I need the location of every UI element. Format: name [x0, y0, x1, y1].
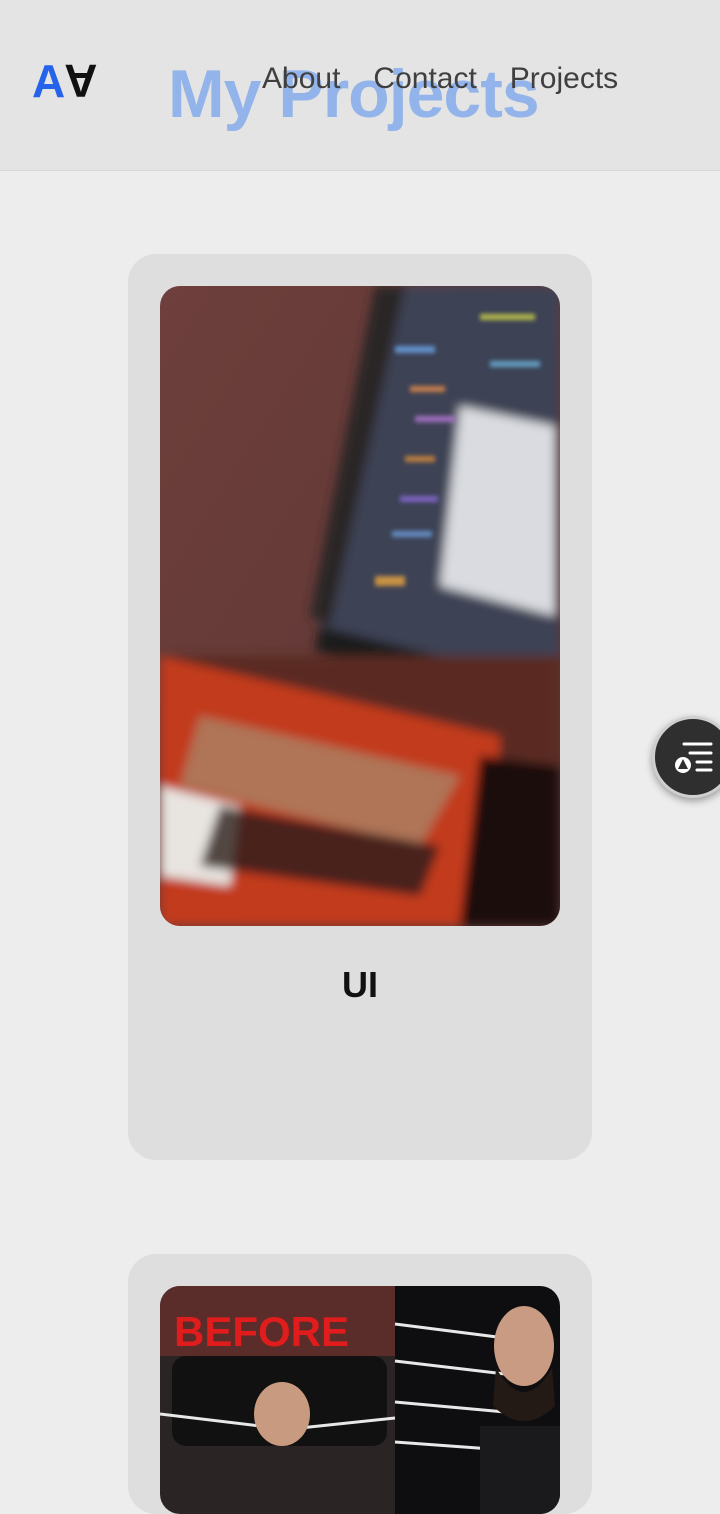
before-label: BEFORE: [174, 1308, 349, 1355]
logo-letter-a-inverted: A: [64, 55, 97, 107]
menu-list-button[interactable]: [652, 716, 720, 798]
project-thumbnail[interactable]: [160, 286, 560, 926]
site-header: A A My Projects About Contact Projects: [0, 0, 720, 171]
logo-letter-a: A: [32, 55, 65, 107]
main-nav: About Contact Projects: [262, 64, 618, 94]
logo[interactable]: A A: [32, 55, 97, 107]
project-card[interactable]: BEFORE: [128, 1254, 592, 1514]
project-card[interactable]: UI: [128, 254, 592, 1160]
nav-about-link[interactable]: About: [262, 64, 340, 94]
nav-contact-link[interactable]: Contact: [373, 64, 476, 94]
project-thumbnail[interactable]: BEFORE: [160, 1286, 560, 1514]
menu-list-icon: [675, 742, 713, 773]
nav-projects-link[interactable]: Projects: [510, 64, 618, 94]
project-title: UI: [342, 964, 378, 1005]
